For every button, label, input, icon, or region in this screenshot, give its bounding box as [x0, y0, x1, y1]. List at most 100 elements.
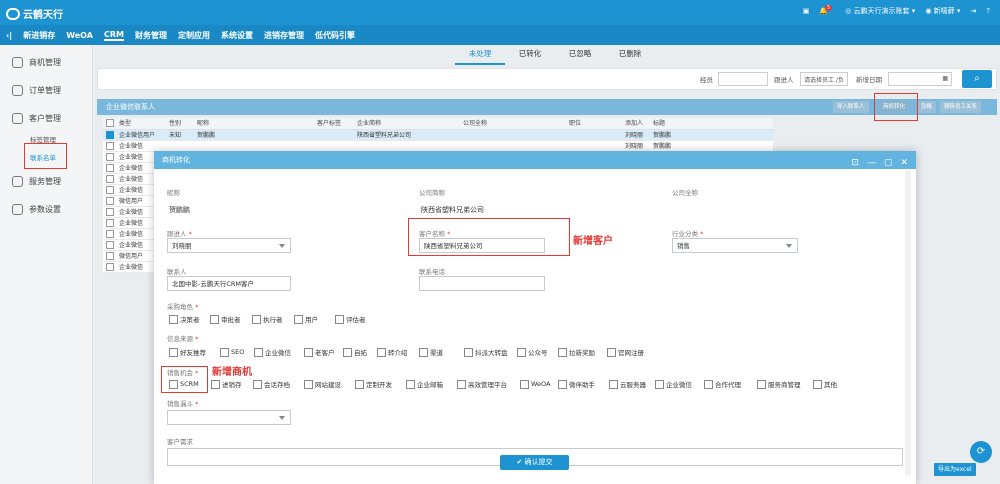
source-option[interactable]: 官网注册	[607, 347, 655, 357]
opp-option[interactable]: 其他	[813, 379, 849, 389]
row-checkbox[interactable]	[106, 230, 114, 238]
checkbox[interactable]	[220, 347, 229, 357]
checkbox[interactable]	[210, 314, 219, 324]
role-option[interactable]: 决策者	[169, 314, 210, 324]
checkbox[interactable]	[304, 379, 313, 389]
source-option[interactable]: 自拓	[343, 347, 377, 357]
opp-option[interactable]: 高效管理平台	[457, 379, 520, 389]
account-switch[interactable]: ◎ 云鹏天行演示账套 ▾	[845, 6, 915, 16]
opp-option[interactable]: 进销存	[211, 379, 253, 389]
checkbox[interactable]	[294, 314, 303, 324]
menu-item[interactable]: 低代码引擎	[315, 30, 355, 41]
role-option[interactable]: 评估者	[335, 314, 376, 324]
filter-date-input[interactable]: ▦	[888, 72, 952, 86]
checkbox[interactable]	[169, 347, 178, 357]
modal-scrollbar[interactable]	[905, 170, 911, 475]
row-checkbox[interactable]	[106, 186, 114, 194]
sidebar-item-orders[interactable]: 订单管理	[0, 79, 93, 101]
opp-option[interactable]: 定制开发	[355, 379, 406, 389]
menu-item[interactable]: WeOA	[66, 31, 93, 40]
opp-option[interactable]: 微伴助手	[558, 379, 609, 389]
row-checkbox[interactable]	[106, 153, 114, 161]
checkbox[interactable]	[253, 379, 262, 389]
checkbox[interactable]	[464, 347, 473, 357]
checkbox[interactable]	[355, 379, 364, 389]
row-checkbox[interactable]	[106, 241, 114, 249]
export-excel-button[interactable]: 导出为excel	[934, 463, 976, 476]
source-option[interactable]: 渠道	[419, 347, 464, 357]
menu-item-crm[interactable]: CRM	[103, 30, 124, 41]
source-option[interactable]: 转介绍	[377, 347, 419, 357]
float-help-button[interactable]: ⟳	[970, 441, 992, 463]
checkbox[interactable]	[169, 314, 178, 324]
industry-select[interactable]: 销售	[672, 238, 798, 253]
source-option[interactable]: 好友推荐	[169, 347, 220, 357]
checkbox[interactable]	[757, 379, 766, 389]
select-all-checkbox[interactable]	[106, 119, 114, 127]
row-checkbox[interactable]	[106, 142, 114, 150]
sidebar-item-service[interactable]: 服务管理	[0, 170, 93, 192]
opp-option[interactable]: 企业邮箱	[406, 379, 457, 389]
source-option[interactable]: SEO	[220, 347, 254, 357]
contact-input[interactable]: 北国中影-云鹏天行CRM客户	[167, 276, 291, 291]
row-checkbox[interactable]	[106, 197, 114, 205]
filter-clerk-input[interactable]	[718, 72, 768, 86]
role-option[interactable]: 审批者	[210, 314, 252, 324]
tab-unprocessed[interactable]: 未处理	[455, 48, 505, 65]
bell-icon[interactable]: 🔔5	[819, 5, 835, 15]
source-option[interactable]: 抖派大转盘	[464, 347, 517, 357]
opp-option[interactable]: 云服务器	[609, 379, 655, 389]
search-button[interactable]: ⌕	[962, 70, 992, 88]
checkbox[interactable]	[609, 379, 618, 389]
phone-input[interactable]	[419, 276, 545, 291]
menu-item[interactable]: 财务管理	[135, 30, 167, 41]
user-menu[interactable]: ◉ 新嘻藓 ▾	[925, 6, 960, 16]
checkbox[interactable]	[607, 347, 616, 357]
opp-option[interactable]: 服务商管理	[757, 379, 813, 389]
opp-option[interactable]: 会话存档	[253, 379, 304, 389]
checkbox[interactable]	[419, 347, 428, 357]
row-checkbox[interactable]	[106, 252, 114, 260]
submit-button[interactable]: ✔ 确认提交	[500, 455, 569, 470]
checkbox[interactable]	[558, 347, 567, 357]
source-option[interactable]: 拉新奖励	[558, 347, 607, 357]
checkbox[interactable]	[335, 314, 344, 324]
checkbox[interactable]	[517, 347, 526, 357]
menu-item[interactable]: 定制应用	[178, 30, 210, 41]
role-option[interactable]: 用户	[294, 314, 335, 324]
checkbox[interactable]	[813, 379, 822, 389]
menu-item[interactable]: 系统设置	[221, 30, 253, 41]
follower-select[interactable]: 刘晓丽	[167, 238, 291, 253]
source-option[interactable]: 老客户	[304, 347, 343, 357]
row-checkbox[interactable]	[106, 131, 114, 139]
checkbox[interactable]	[520, 379, 529, 389]
checkbox[interactable]	[343, 347, 352, 357]
minimize-icon[interactable]: —	[867, 154, 876, 172]
tab-deleted[interactable]: 已删除	[605, 48, 655, 65]
checkbox[interactable]	[406, 379, 415, 389]
sidebar-item-opportunity[interactable]: 商机管理	[0, 51, 93, 73]
checkbox[interactable]	[655, 379, 664, 389]
opp-option[interactable]: 合作代理	[704, 379, 757, 389]
row-checkbox[interactable]	[106, 175, 114, 183]
menu-item[interactable]: 进销存管理	[264, 30, 304, 41]
checkbox[interactable]	[457, 379, 466, 389]
delete-relation-button[interactable]: 删除员工关系	[940, 101, 982, 113]
help-icon[interactable]: ?	[986, 7, 990, 15]
checkbox[interactable]	[211, 379, 220, 389]
opp-option[interactable]: WeOA	[520, 379, 558, 389]
table-row[interactable]: 企业微信用户 未知 贺鹏鹏 陕西省塑料兄弟公司 刘晓丽 贺鹏鹏	[103, 130, 773, 141]
checkbox[interactable]	[377, 347, 386, 357]
tab-converted[interactable]: 已转化	[505, 48, 555, 65]
filter-follower-input[interactable]: 请选择员工 /负	[800, 72, 848, 86]
sidebar-item-settings[interactable]: 参数设置	[0, 198, 93, 220]
sidebar-item-customers[interactable]: 客户管理	[0, 107, 93, 129]
source-option[interactable]: 公众号	[517, 347, 558, 357]
opp-option[interactable]: 企业微信	[655, 379, 704, 389]
stage-select[interactable]	[167, 410, 291, 425]
checkbox[interactable]	[252, 314, 261, 324]
row-checkbox[interactable]	[106, 164, 114, 172]
source-option[interactable]: 企业微信	[254, 347, 304, 357]
import-contacts-button[interactable]: 导入联系人	[833, 101, 869, 113]
role-option[interactable]: 执行者	[252, 314, 294, 324]
